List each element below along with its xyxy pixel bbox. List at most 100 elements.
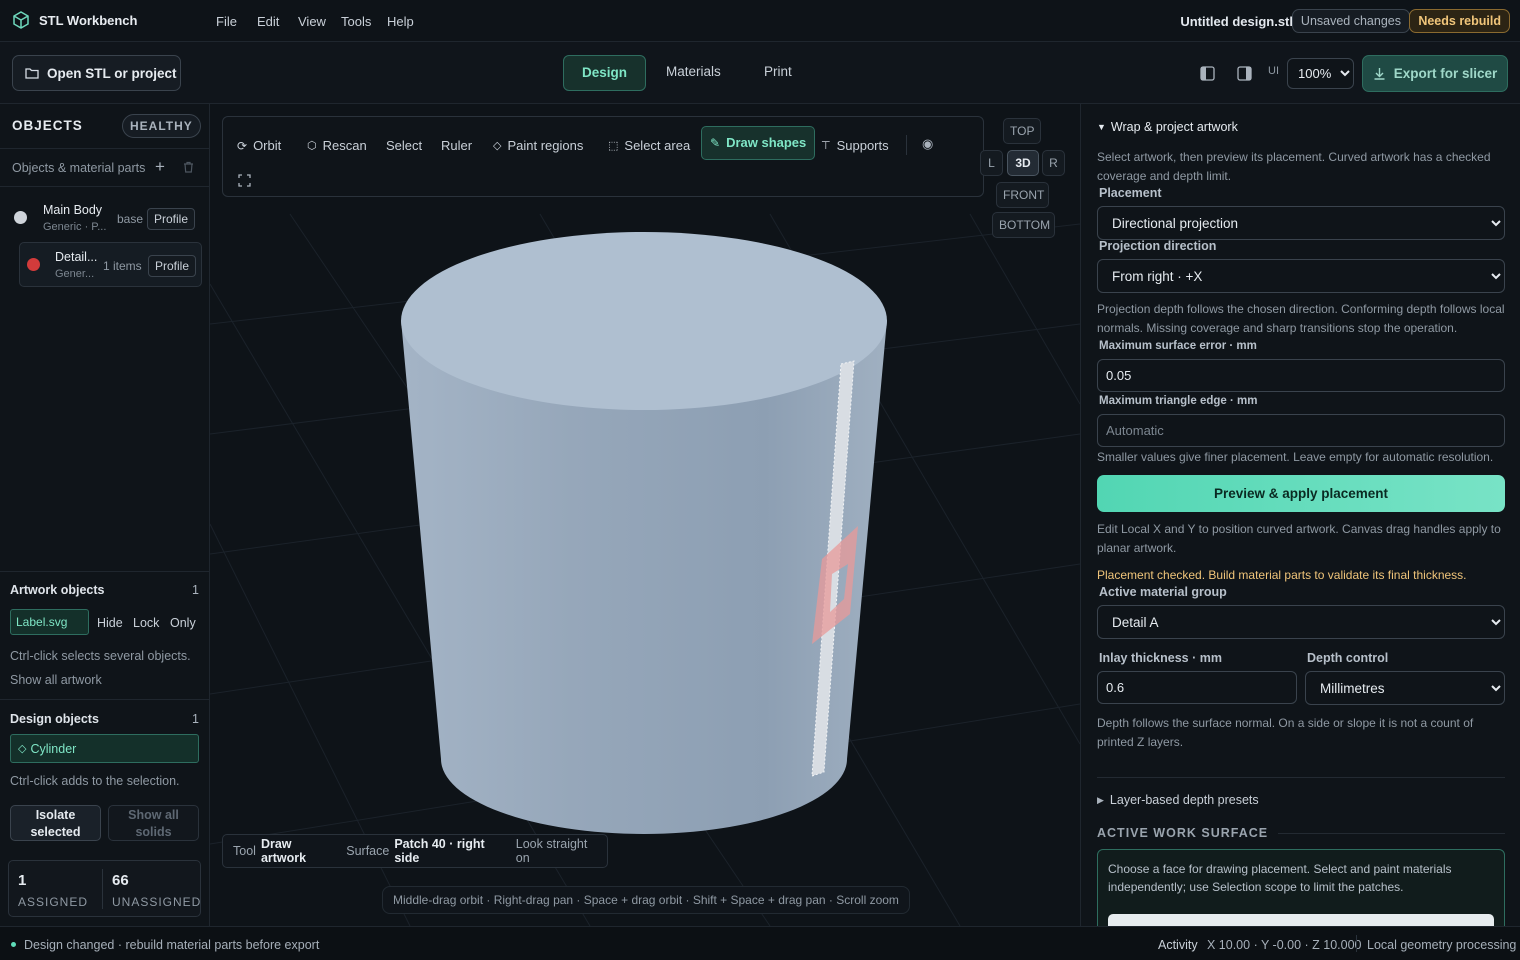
look-straight-on-link[interactable]: Look straight on <box>516 837 597 865</box>
max-edge-input[interactable] <box>1097 414 1505 447</box>
layer-presets-header[interactable]: ▶ Layer-based depth presets <box>1097 793 1259 807</box>
orbit-icon: ⟳ <box>237 139 248 153</box>
3d-viewport[interactable]: ⟳ Orbit ⬡ Rescan Select Ruler ◇ Paint regio… <box>210 104 1080 926</box>
tool-select[interactable]: Select <box>378 131 430 161</box>
design-chip-cylinder[interactable]: ◇ Cylinder <box>10 734 199 763</box>
hide-button[interactable]: Hide <box>97 616 123 630</box>
divider <box>1278 832 1505 834</box>
color-swatch <box>14 211 27 224</box>
tool-ruler-label: Ruler <box>441 138 473 153</box>
tool-ruler[interactable]: Ruler <box>433 131 480 161</box>
caret-right-icon: ▶ <box>1097 794 1104 805</box>
tool-select-area[interactable]: ⬚ Select area <box>600 131 698 161</box>
item-subtitle: Gener... <box>55 268 95 280</box>
show-all-artwork-link[interactable]: Show all artwork <box>10 673 102 687</box>
menu-tools[interactable]: Tools <box>341 14 371 29</box>
menu-edit[interactable]: Edit <box>257 14 279 29</box>
tool-orbit-label: Orbit <box>253 138 282 153</box>
profile-button[interactable]: Profile <box>147 208 196 230</box>
scene-canvas[interactable] <box>210 104 1080 926</box>
document-name: Untitled design.stl <box>1180 14 1293 29</box>
objects-heading: OBJECTS <box>12 118 83 133</box>
preview-apply-button[interactable]: Preview & apply placement <box>1097 475 1505 512</box>
show-all-solids-button[interactable]: Show all solids <box>108 805 199 841</box>
app-brand: STL Workbench <box>12 11 137 29</box>
profile-button[interactable]: Profile <box>148 255 197 277</box>
unsaved-badge: Unsaved changes <box>1291 9 1410 33</box>
artwork-count: 1 <box>192 583 199 597</box>
wrap-section-header[interactable]: ▼ Wrap & project artwork <box>1097 120 1238 134</box>
needs-rebuild-badge[interactable]: Needs rebuild <box>1409 9 1510 33</box>
eye-icon[interactable]: ◉ <box>922 136 933 152</box>
processing-label: Local geometry processing <box>1367 938 1517 952</box>
add-part-icon[interactable]: + <box>155 157 165 177</box>
max-error-label: Maximum surface error · mm <box>1099 340 1257 352</box>
max-edge-label: Maximum triangle edge · mm <box>1099 395 1258 407</box>
color-swatch <box>27 258 40 271</box>
direction-select[interactable]: From right · +X <box>1097 259 1505 293</box>
choose-surface-button[interactable] <box>1108 914 1494 926</box>
tool-select-area-label: Select area <box>624 138 691 153</box>
toggle-right-panel-icon[interactable] <box>1237 66 1252 81</box>
design-chip-label: Cylinder <box>30 741 77 756</box>
assigned-label: ASSIGNED <box>18 895 89 909</box>
tab-design[interactable]: Design <box>563 55 647 91</box>
cylinder-model[interactable] <box>401 232 887 834</box>
menu-help[interactable]: Help <box>387 14 414 29</box>
tool-rescan[interactable]: ⬡ Rescan <box>299 131 375 161</box>
fullscreen-icon[interactable] <box>238 174 251 187</box>
view-right-button[interactable]: R <box>1042 150 1065 176</box>
placement-warning: Placement checked. Build material parts … <box>1097 568 1467 582</box>
max-error-input[interactable] <box>1097 359 1505 392</box>
placement-label: Placement <box>1099 186 1162 200</box>
depth-control-label: Depth control <box>1307 651 1389 665</box>
open-project-button[interactable]: Open STL or project <box>12 55 181 91</box>
work-surface-title: ACTIVE WORK SURFACE <box>1097 826 1269 840</box>
depth-control-select[interactable]: Millimetres <box>1305 671 1505 705</box>
view-left-button[interactable]: L <box>980 150 1003 176</box>
placement-select[interactable]: Directional projection <box>1097 206 1505 240</box>
view-top-button[interactable]: TOP <box>1003 118 1041 144</box>
divider <box>1356 935 1357 952</box>
inlay-thickness-input[interactable] <box>1097 671 1297 704</box>
caret-down-icon: ▼ <box>1097 122 1106 132</box>
list-item[interactable]: Main Body Generic · P... base Profile <box>8 196 202 238</box>
view-bottom-button[interactable]: BOTTOM <box>992 212 1055 238</box>
wrap-intro: Select artwork, then preview its placeme… <box>1097 150 1491 183</box>
tool-select-label: Select <box>386 138 423 153</box>
trash-icon[interactable] <box>183 161 194 173</box>
wrap-section-title: Wrap & project artwork <box>1110 120 1238 134</box>
tool-draw-shapes[interactable]: ✎ Draw shapes <box>701 126 816 160</box>
menu-file[interactable]: File <box>216 14 237 29</box>
depth-note: Projection depth follows the chosen dire… <box>1097 302 1505 335</box>
supports-icon: ⊤ <box>821 140 831 152</box>
divider <box>1097 777 1505 778</box>
ui-zoom-select[interactable]: 100% <box>1287 58 1354 89</box>
isolate-selected-button[interactable]: Isolate selected <box>10 805 101 841</box>
export-label: Export for slicer <box>1393 66 1498 81</box>
divider <box>0 186 209 187</box>
toggle-left-panel-icon[interactable] <box>1200 66 1215 81</box>
artwork-chip-label-svg[interactable]: Label.svg <box>10 609 89 635</box>
lock-button[interactable]: Lock <box>133 616 159 630</box>
activity-button[interactable]: Activity <box>1158 938 1198 952</box>
pencil-icon: ✎ <box>710 136 721 150</box>
tab-materials[interactable]: Materials <box>648 55 739 91</box>
tool-supports[interactable]: ⊤ Supports <box>813 131 897 161</box>
edit-note: Edit Local X and Y to position curved ar… <box>1097 522 1501 555</box>
viewport-toolbar: ⟳ Orbit ⬡ Rescan Select Ruler ◇ Paint regio… <box>222 116 984 197</box>
diamond-icon: ◇ <box>18 743 27 755</box>
cursor-coords: X 10.00 · Y -0.00 · Z 10.000 <box>1207 938 1362 952</box>
tab-print[interactable]: Print <box>746 55 810 91</box>
tool-paint-regions[interactable]: ◇ Paint regions <box>485 131 591 161</box>
export-slicer-button[interactable]: Export for slicer <box>1362 55 1508 92</box>
view-front-button[interactable]: FRONT <box>996 182 1049 208</box>
only-button[interactable]: Only <box>170 616 196 630</box>
material-group-select[interactable]: Detail A <box>1097 605 1505 639</box>
menu-view[interactable]: View <box>298 14 326 29</box>
health-badge: HEALTHY <box>122 114 201 138</box>
view-3d-button[interactable]: 3D <box>1007 150 1039 176</box>
open-project-label: Open STL or project <box>47 65 177 81</box>
tool-orbit[interactable]: ⟳ Orbit <box>229 131 289 161</box>
list-item[interactable]: Detail... Gener... 1 items Profile <box>19 242 202 287</box>
